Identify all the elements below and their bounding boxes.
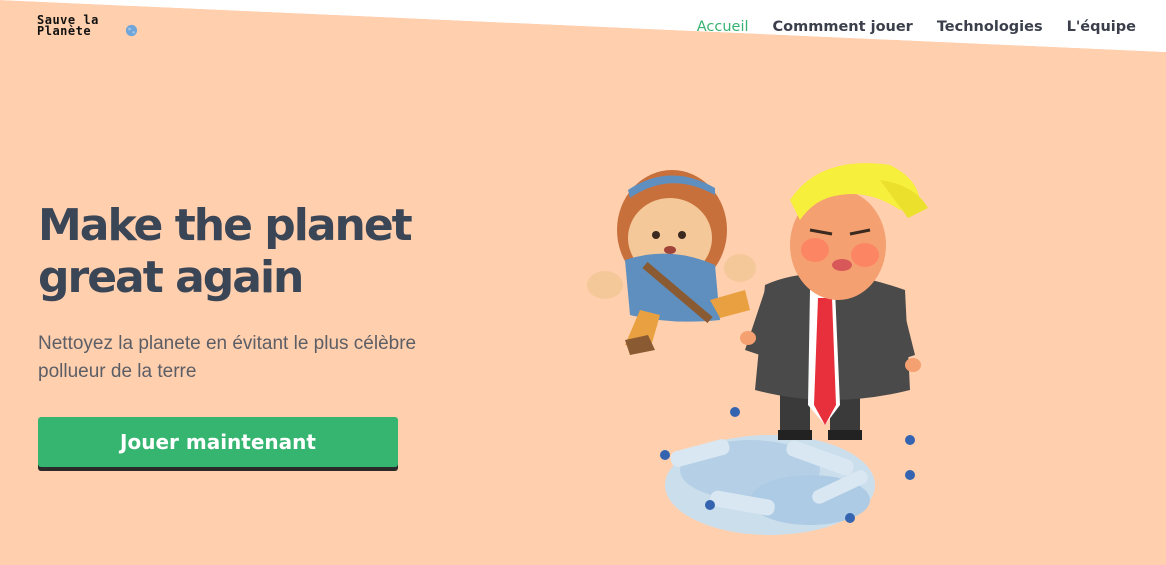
nav-link-accueil[interactable]: Accueil bbox=[697, 19, 749, 35]
top-navigation: Sauve la Planète Accueil Commment jouer … bbox=[0, 0, 1166, 58]
brand-line-2: Planète bbox=[37, 24, 92, 38]
polluter-character bbox=[740, 163, 928, 440]
nav-link-equipe[interactable]: L'équipe bbox=[1067, 19, 1136, 35]
globe-icon bbox=[125, 24, 138, 37]
hero-subtitle: Nettoyez la planete en évitant le plus c… bbox=[38, 333, 417, 382]
hero-title-line-1: Make the planet bbox=[38, 200, 413, 251]
play-now-button[interactable]: Jouer maintenant bbox=[38, 417, 398, 467]
nav-link-comment-jouer[interactable]: Commment jouer bbox=[773, 19, 913, 35]
hero-title-line-2: great again bbox=[38, 252, 304, 303]
girl-character bbox=[587, 170, 756, 355]
hero-illustration bbox=[587, 163, 928, 535]
hero-title: Make the planet great again bbox=[38, 200, 458, 304]
brand-logo[interactable]: Sauve la Planète bbox=[37, 14, 138, 38]
main-menu: Accueil Commment jouer Technologies L'éq… bbox=[697, 19, 1136, 35]
brand-name: Sauve la Planète bbox=[37, 14, 99, 38]
nav-link-technologies[interactable]: Technologies bbox=[937, 19, 1043, 35]
